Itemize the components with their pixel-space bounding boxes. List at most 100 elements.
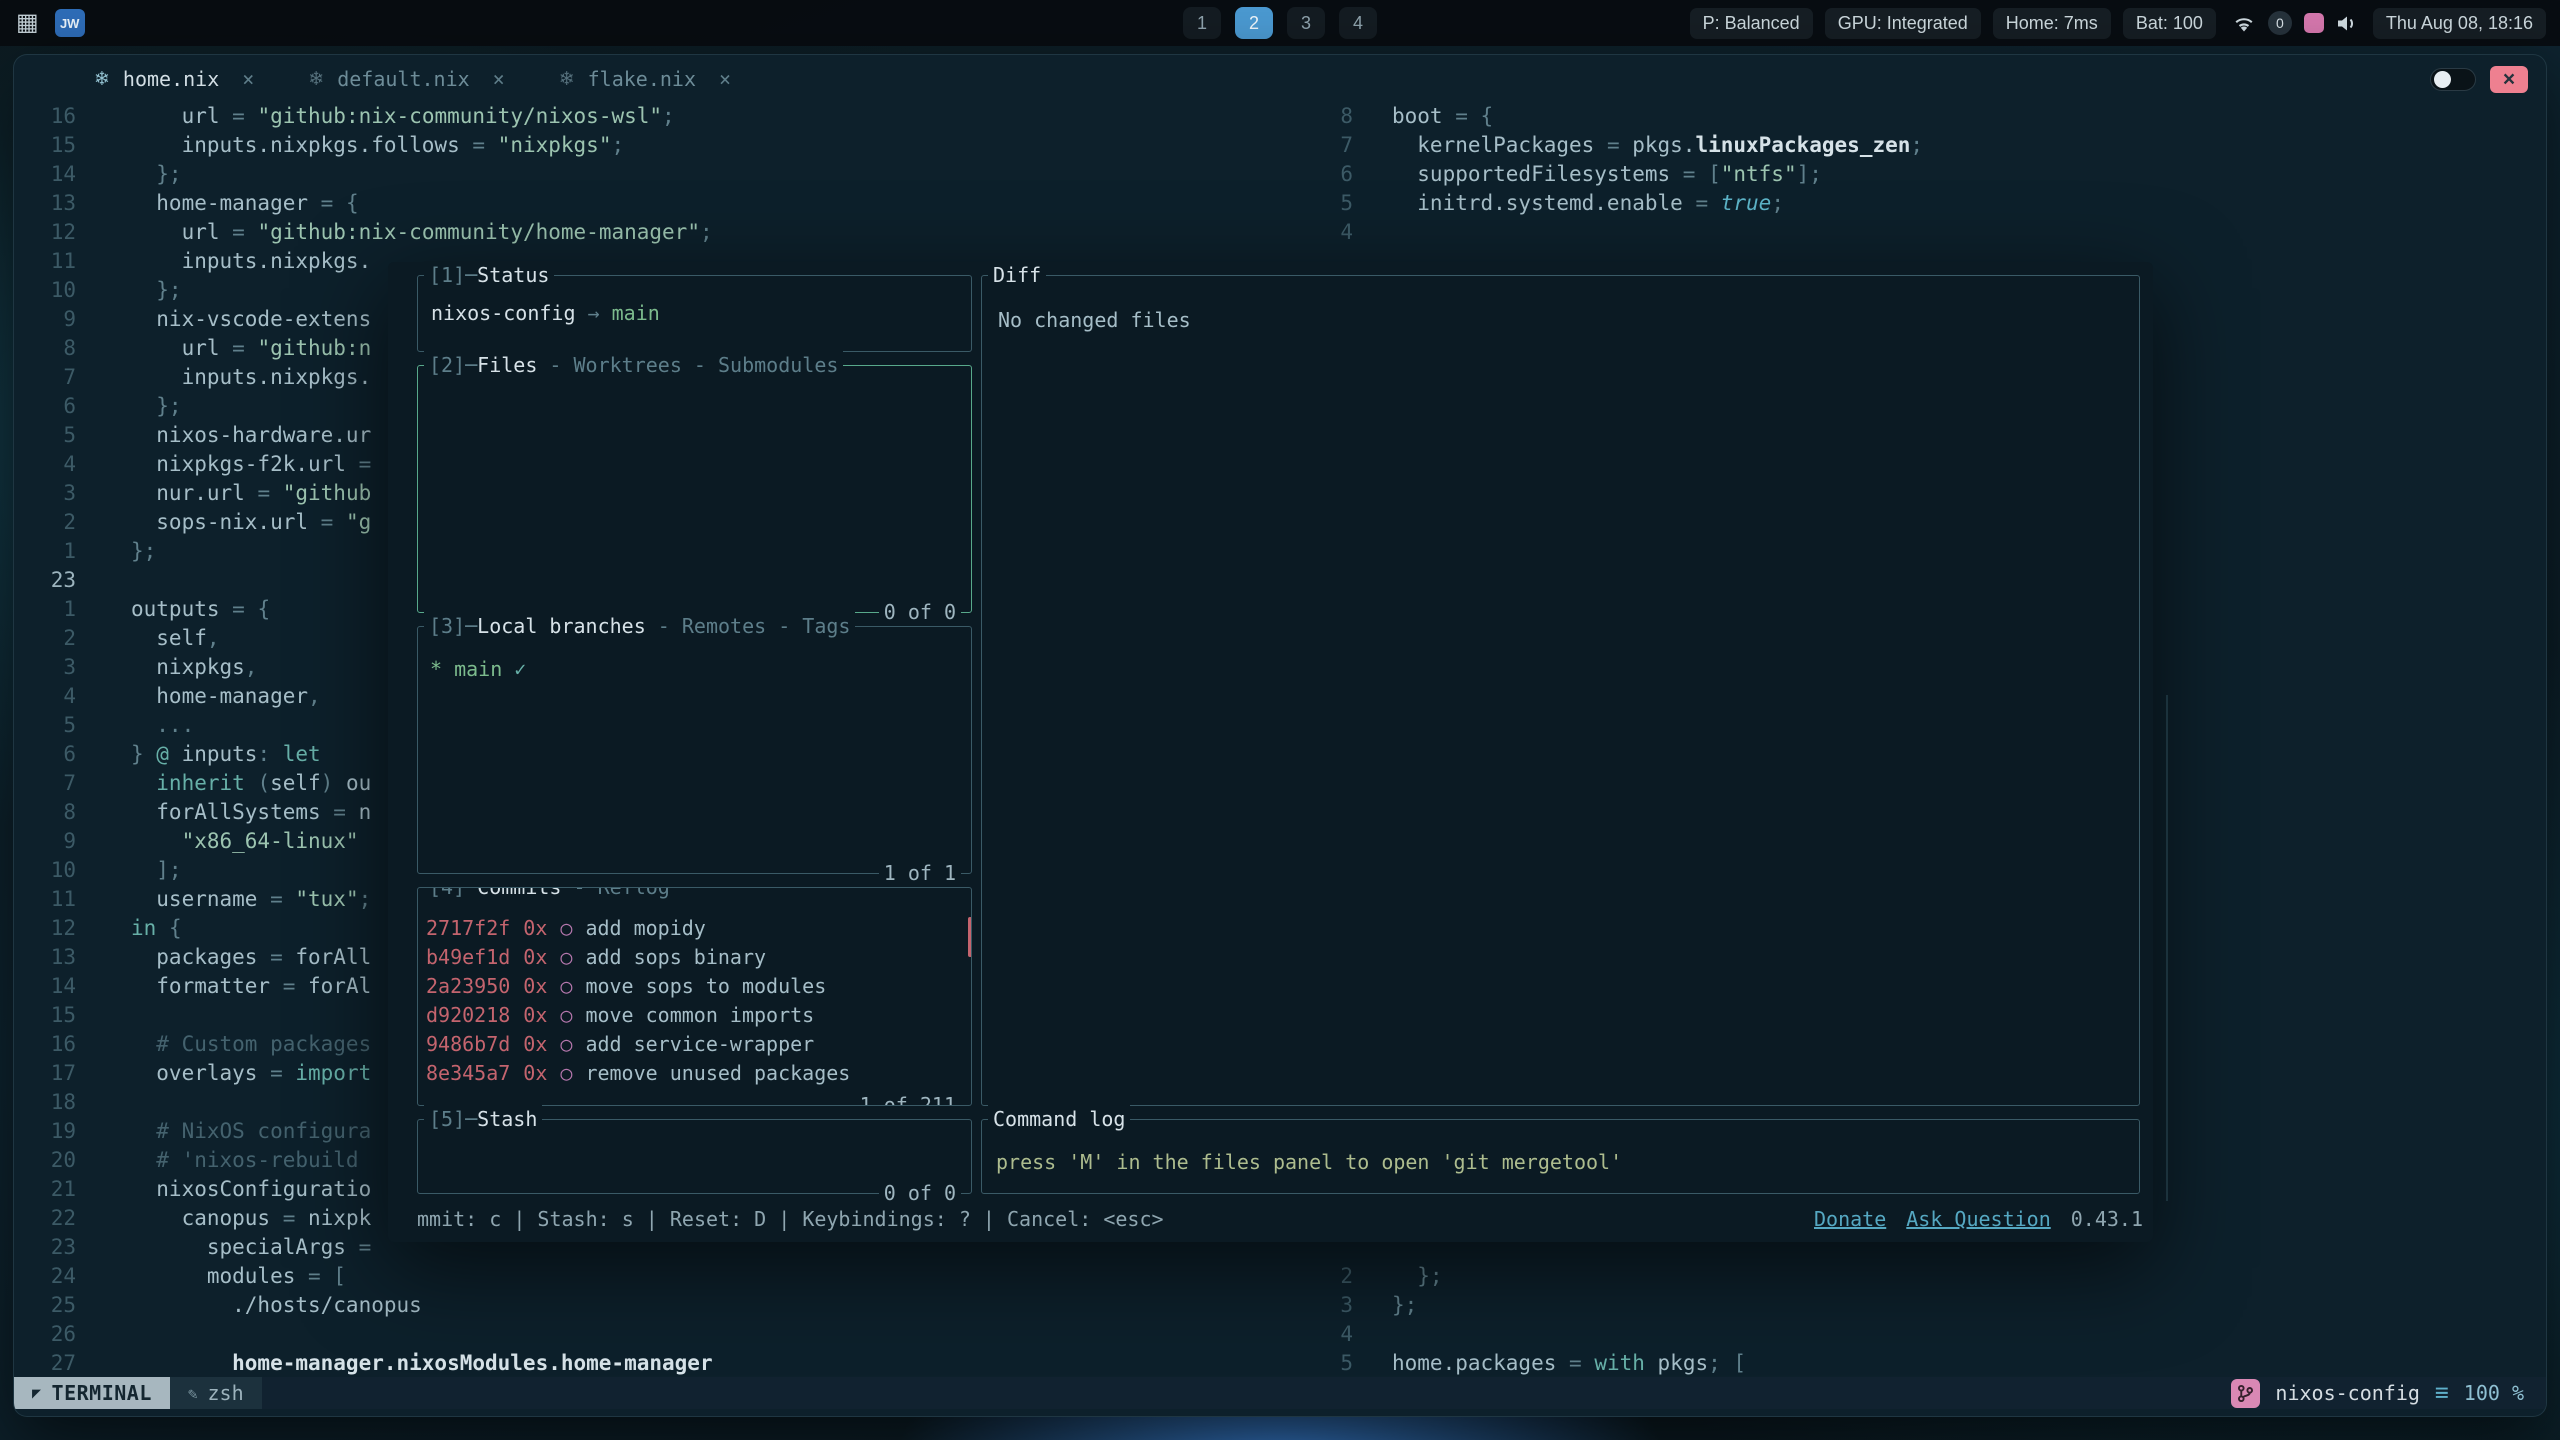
- commit-hash: 2a23950: [426, 972, 510, 1001]
- line-number: 22: [14, 1204, 76, 1233]
- status-module: Home: 7ms: [1993, 8, 2111, 39]
- command-log-content: press 'M' in the files panel to open 'gi…: [996, 1148, 2125, 1177]
- line-number: 14: [14, 160, 76, 189]
- commit-row[interactable]: b49ef1d0x○add sops binary: [426, 943, 971, 972]
- line-number: 3: [1291, 1291, 1353, 1320]
- toggle-switch[interactable]: [2430, 68, 2476, 91]
- code-line: 3};: [1291, 1291, 2541, 1320]
- branch-name: main: [612, 299, 660, 328]
- code-line: 6 supportedFilesystems = ["ntfs"];: [1291, 160, 2541, 189]
- tab-label: default.nix: [337, 67, 469, 91]
- commit-message: move common imports: [585, 1001, 814, 1030]
- close-icon[interactable]: ×: [719, 67, 731, 91]
- lazygit-files-panel[interactable]: [2]─Files - Worktrees - Submodules 0 of …: [417, 365, 972, 613]
- commits-scrollbar-thumb[interactable]: [968, 917, 972, 957]
- pane-right-bottom[interactable]: 2 };3};45home.packages = with pkgs; [: [1291, 1262, 2541, 1378]
- pencil-icon: ✎: [188, 1384, 198, 1403]
- line-number: 16: [14, 102, 76, 131]
- line-number: 2: [14, 508, 76, 537]
- commit-row[interactable]: 2717f2f0x○add mopidy: [426, 914, 971, 943]
- commit-message: add service-wrapper: [585, 1030, 814, 1059]
- line-number: 14: [14, 972, 76, 1001]
- line-number: 13: [14, 189, 76, 218]
- color-swatch-icon[interactable]: [2304, 13, 2324, 33]
- panel-title: [1]─Status: [424, 261, 554, 290]
- commit-hash: 8e345a7: [426, 1059, 510, 1088]
- line-number: 18: [14, 1088, 76, 1117]
- commit-row[interactable]: 8e345a70x○remove unused packages: [426, 1059, 971, 1088]
- commit-message: move sops to modules: [585, 972, 826, 1001]
- topbar-modules: P: BalancedGPU: IntegratedHome: 7msBat: …: [1690, 8, 2216, 39]
- tab-label: home.nix: [123, 67, 219, 91]
- close-icon[interactable]: ×: [242, 67, 254, 91]
- version-label: 0.43.1: [2071, 1205, 2143, 1234]
- line-number: 26: [14, 1320, 76, 1349]
- tab-home.nix[interactable]: ❄home.nix×: [74, 61, 274, 97]
- line-number: 12: [14, 914, 76, 943]
- pane-scrollbar[interactable]: [2166, 695, 2168, 1201]
- workspace-button-2[interactable]: 2: [1235, 7, 1273, 39]
- shield-count-badge[interactable]: 0: [2268, 11, 2292, 35]
- panel-title: [5]─Stash: [424, 1105, 542, 1134]
- link-donate[interactable]: Donate: [1814, 1205, 1886, 1234]
- lazygit-command-log-panel[interactable]: Command log press 'M' in the files panel…: [981, 1119, 2140, 1194]
- commit-hash: 9486b7d: [426, 1030, 510, 1059]
- lazygit-commits-panel[interactable]: [4]─Commits - Reflog 2717f2f0x○add mopid…: [417, 887, 972, 1106]
- panel-title: Diff: [988, 261, 1046, 290]
- code-line: 14 };: [14, 160, 1294, 189]
- panel-title: Command log: [988, 1105, 1130, 1134]
- check-icon: ✓: [514, 657, 526, 681]
- line-number: 15: [14, 1001, 76, 1030]
- panel-title: [2]─Files - Worktrees - Submodules: [424, 351, 843, 380]
- commit-row[interactable]: 2a239500x○move sops to modules: [426, 972, 971, 1001]
- workspace-button-1[interactable]: 1: [1183, 7, 1221, 39]
- volume-icon[interactable]: [2336, 14, 2357, 33]
- wifi-icon[interactable]: [2232, 14, 2256, 33]
- commit-message: add sops binary: [585, 943, 766, 972]
- commit-author: 0x: [523, 972, 547, 1001]
- line-number: 8: [1291, 102, 1353, 131]
- commit-author: 0x: [523, 1001, 547, 1030]
- tab-default.nix[interactable]: ❄default.nix×: [288, 61, 524, 97]
- commit-message: add mopidy: [585, 914, 705, 943]
- lazygit-branches-panel[interactable]: [3]─Local branches - Remotes - Tags * ma…: [417, 626, 972, 874]
- commit-row[interactable]: 9486b7d0x○add service-wrapper: [426, 1030, 971, 1059]
- commit-message: remove unused packages: [585, 1059, 850, 1088]
- branch-row[interactable]: * main ✓: [430, 655, 959, 684]
- commit-author: 0x: [523, 943, 547, 972]
- arrow-icon: →: [576, 299, 612, 328]
- close-icon[interactable]: ×: [493, 67, 505, 91]
- scroll-percent: 100 %: [2464, 1381, 2524, 1405]
- nix-icon: ❄: [559, 68, 575, 90]
- workspace-button-4[interactable]: 4: [1339, 7, 1377, 39]
- window-close-button[interactable]: ×: [2490, 66, 2528, 93]
- code-line: 7 kernelPackages = pkgs.linuxPackages_ze…: [1291, 131, 2541, 160]
- line-number: 3: [14, 653, 76, 682]
- line-number: 8: [14, 334, 76, 363]
- line-number: 2: [1291, 1262, 1353, 1291]
- pane-right-top[interactable]: 8boot = {7 kernelPackages = pkgs.linuxPa…: [1291, 102, 2541, 247]
- line-number: 16: [14, 1030, 76, 1059]
- link-ask-question[interactable]: Ask Question: [1906, 1205, 2051, 1234]
- line-number: 9: [14, 305, 76, 334]
- status-module: Bat: 100: [2123, 8, 2216, 39]
- launcher-badge[interactable]: JW: [55, 9, 85, 37]
- tab-flake.nix[interactable]: ❄flake.nix×: [539, 61, 751, 97]
- lines-icon: ≡: [2435, 1380, 2449, 1406]
- lazygit-stash-panel[interactable]: [5]─Stash 0 of 0: [417, 1119, 972, 1194]
- line-number: 9: [14, 827, 76, 856]
- clock[interactable]: Thu Aug 08, 18:16: [2373, 8, 2546, 39]
- line-number: 11: [14, 885, 76, 914]
- lazygit-status-panel[interactable]: [1]─Status nixos-config → main: [417, 275, 972, 352]
- workspace-button-3[interactable]: 3: [1287, 7, 1325, 39]
- lazygit-diff-panel[interactable]: Diff No changed files: [981, 275, 2140, 1106]
- lazygit-window: [1]─Status nixos-config → main [2]─Files…: [388, 262, 2153, 1242]
- line-number: 27: [14, 1349, 76, 1378]
- line-number: 2: [14, 624, 76, 653]
- shell-indicator: ✎ zsh: [170, 1377, 262, 1409]
- commit-row[interactable]: d9202180x○move common imports: [426, 1001, 971, 1030]
- commit-author: 0x: [523, 914, 547, 943]
- panel-count: 0 of 0: [879, 598, 961, 627]
- app-grid-icon[interactable]: ▦: [16, 11, 39, 35]
- code-line: 5home.packages = with pkgs; [: [1291, 1349, 2541, 1378]
